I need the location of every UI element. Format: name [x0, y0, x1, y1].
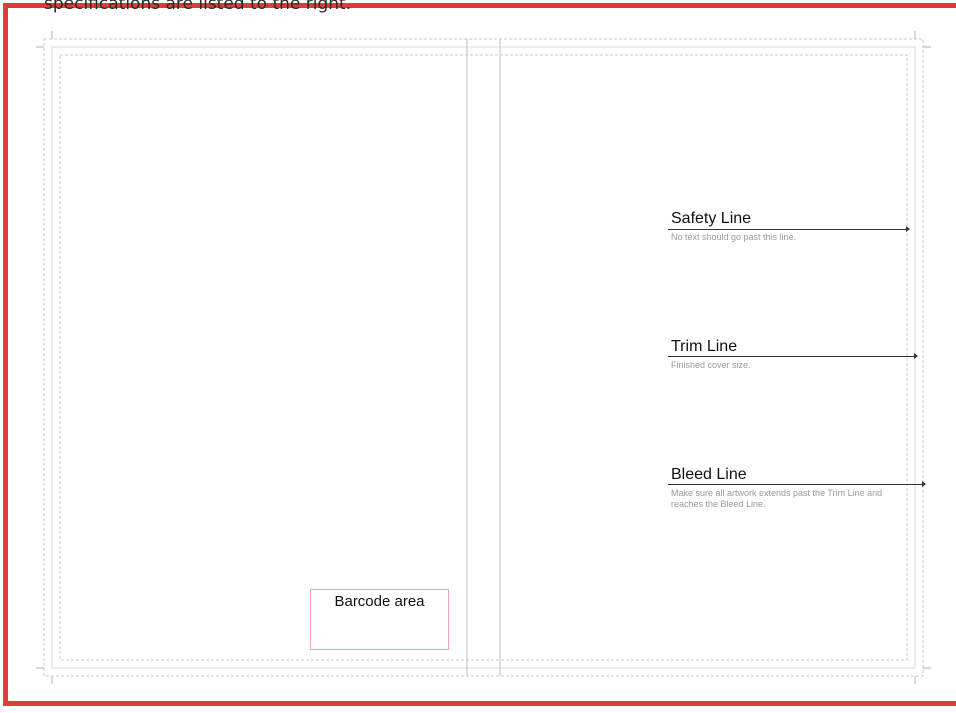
- barcode-area-label: Barcode area: [334, 593, 425, 610]
- safety-line-arrow: [668, 226, 910, 232]
- trim-line-callout: Trim Line Finished cover size.: [671, 337, 911, 371]
- bleed-line-title: Bleed Line: [671, 466, 747, 483]
- bleed-line-arrow: [668, 481, 926, 487]
- arrow-head-icon: [914, 353, 918, 359]
- bleed-line-callout: Bleed Line Make sure all artwork extends…: [671, 465, 911, 510]
- safety-line-title: Safety Line: [671, 210, 752, 227]
- trim-line-description: Finished cover size.: [671, 360, 751, 370]
- arrow-head-icon: [922, 481, 926, 487]
- bleed-line-description: Make sure all artwork extends past the T…: [671, 488, 883, 509]
- trim-line-title: Trim Line: [671, 338, 738, 355]
- barcode-area: Barcode area: [310, 589, 449, 650]
- safety-line-description: No text should go past this line.: [671, 232, 797, 242]
- safety-line-callout: Safety Line No text should go past this …: [671, 209, 911, 243]
- intro-text: specifications are listed to the right.: [44, 0, 352, 14]
- cover-template-page: specifications are listed to the right. …: [0, 0, 956, 713]
- trim-line-arrow: [668, 353, 918, 359]
- arrow-head-icon: [906, 226, 910, 232]
